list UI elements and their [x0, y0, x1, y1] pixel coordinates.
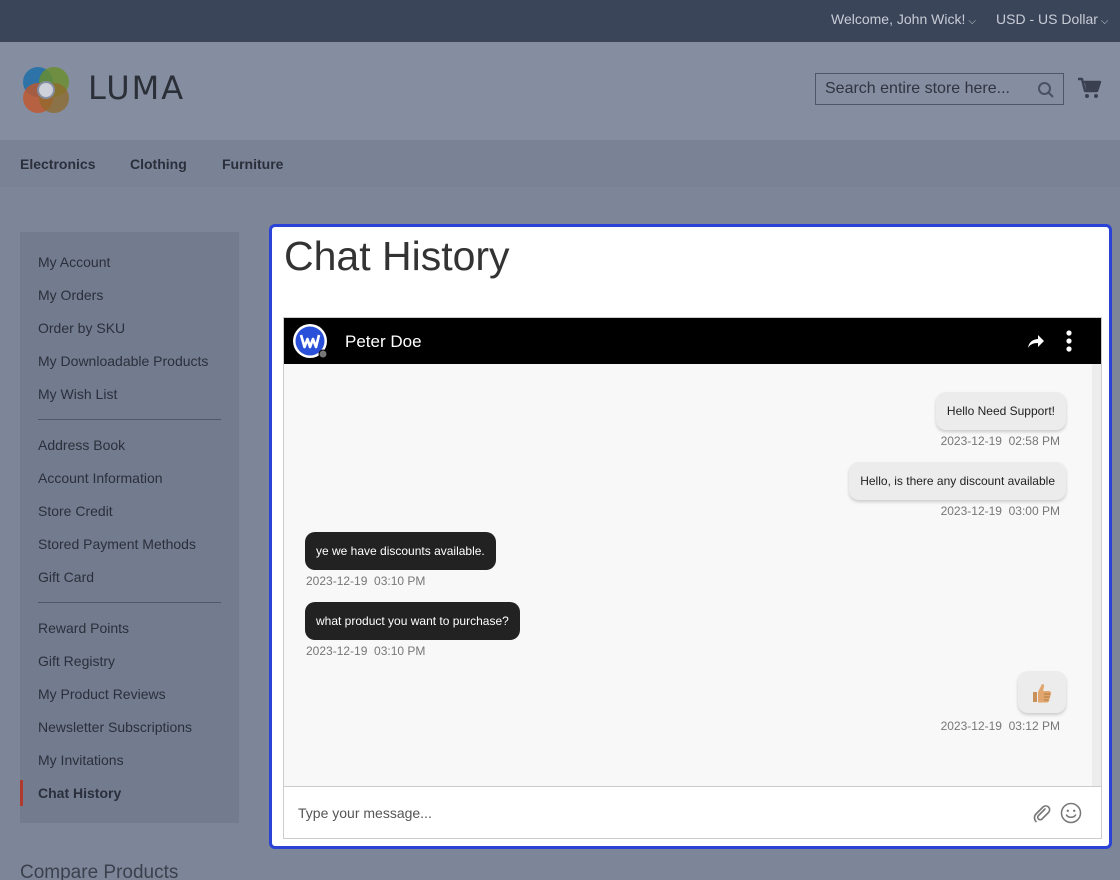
message-timestamp: 2023-12-19 03:10 PM	[306, 644, 426, 658]
message-timestamp: 2023-12-19 02:58 PM	[940, 434, 1060, 448]
message-timestamp: 2023-12-19 03:12 PM	[940, 719, 1060, 733]
chat-scrollbar[interactable]	[1092, 364, 1101, 786]
chat-window: Peter Doe Hello Need Support! 2023-12-19…	[283, 317, 1102, 839]
currency-switcher[interactable]: USD - US Dollar ⌵	[996, 11, 1109, 27]
sidebar-item-my-account[interactable]: My Account	[38, 254, 110, 270]
message-bubble-outgoing: 👍	[1018, 671, 1066, 713]
paperclip-icon[interactable]	[1032, 803, 1052, 823]
chat-contact-name: Peter Doe	[345, 332, 422, 351]
top-bar: Welcome, John Wick! ⌵ USD - US Dollar ⌵	[0, 0, 1120, 42]
currency-text: USD - US Dollar	[996, 11, 1098, 27]
message-bubble-outgoing: Hello, is there any discount available	[849, 462, 1066, 500]
nav-item-electronics[interactable]: Electronics	[20, 156, 95, 172]
sidebar-item-product-reviews[interactable]: My Product Reviews	[38, 686, 166, 702]
message-timestamp: 2023-12-19 03:10 PM	[306, 574, 426, 588]
chat-header: Peter Doe	[284, 318, 1101, 364]
sidebar-item-store-credit[interactable]: Store Credit	[38, 503, 113, 519]
message-input[interactable]	[298, 799, 1018, 827]
site-header: LUMA	[0, 42, 1120, 140]
nav-item-furniture[interactable]: Furniture	[222, 156, 283, 172]
search-input[interactable]	[816, 74, 1036, 104]
active-item-marker	[20, 780, 23, 806]
welcome-text: Welcome, John Wick!	[831, 11, 966, 27]
welcome-menu[interactable]: Welcome, John Wick! ⌵	[831, 11, 976, 27]
sidebar-divider	[38, 602, 221, 603]
sidebar-item-gift-card[interactable]: Gift Card	[38, 569, 94, 585]
logo-text[interactable]: LUMA	[88, 69, 185, 107]
sidebar-item-newsletter-subscriptions[interactable]: Newsletter Subscriptions	[38, 719, 192, 735]
cart-icon[interactable]	[1076, 75, 1102, 101]
smile-icon[interactable]	[1060, 802, 1082, 824]
message-bubble-outgoing: Hello Need Support!	[935, 392, 1066, 430]
sidebar-item-gift-registry[interactable]: Gift Registry	[38, 653, 115, 669]
avatar	[293, 324, 328, 359]
chevron-down-icon: ⌵	[1100, 16, 1109, 27]
sidebar-item-chat-history[interactable]: Chat History	[38, 785, 121, 801]
sidebar-item-stored-payment-methods[interactable]: Stored Payment Methods	[38, 536, 196, 552]
search-icon[interactable]	[1037, 81, 1055, 99]
sidebar-item-address-book[interactable]: Address Book	[38, 437, 125, 453]
main-navigation: Electronics Clothing Furniture	[0, 140, 1120, 187]
thumbs-up-icon	[1033, 683, 1052, 703]
sidebar-divider	[38, 419, 221, 420]
sidebar-item-account-information[interactable]: Account Information	[38, 470, 163, 486]
chat-composer	[284, 786, 1101, 838]
sidebar-item-wish-list[interactable]: My Wish List	[38, 386, 117, 402]
message-bubble-incoming: what product you want to purchase?	[305, 602, 520, 640]
more-vertical-icon[interactable]	[1065, 330, 1073, 352]
chevron-down-icon: ⌵	[968, 16, 976, 27]
luma-logo-icon[interactable]	[20, 64, 72, 116]
compare-products-heading: Compare Products	[20, 862, 179, 880]
nav-item-clothing[interactable]: Clothing	[130, 156, 187, 172]
sidebar-item-reward-points[interactable]: Reward Points	[38, 620, 129, 636]
chat-history-panel: Chat History Peter Doe Hello Need Suppor…	[269, 224, 1112, 849]
message-timestamp: 2023-12-19 03:00 PM	[940, 504, 1060, 518]
message-bubble-incoming: ye we have discounts available.	[305, 532, 496, 570]
sidebar-item-order-by-sku[interactable]: Order by SKU	[38, 320, 125, 336]
share-icon[interactable]	[1027, 332, 1045, 350]
sidebar-item-my-invitations[interactable]: My Invitations	[38, 752, 124, 768]
message-list: Hello Need Support! 2023-12-19 02:58 PM …	[284, 364, 1092, 786]
sidebar-item-my-orders[interactable]: My Orders	[38, 287, 103, 303]
page-title: Chat History	[284, 233, 510, 279]
sidebar-item-downloadable-products[interactable]: My Downloadable Products	[38, 353, 208, 369]
search-box	[815, 73, 1064, 105]
account-sidebar: My Account My Orders Order by SKU My Dow…	[20, 232, 239, 823]
